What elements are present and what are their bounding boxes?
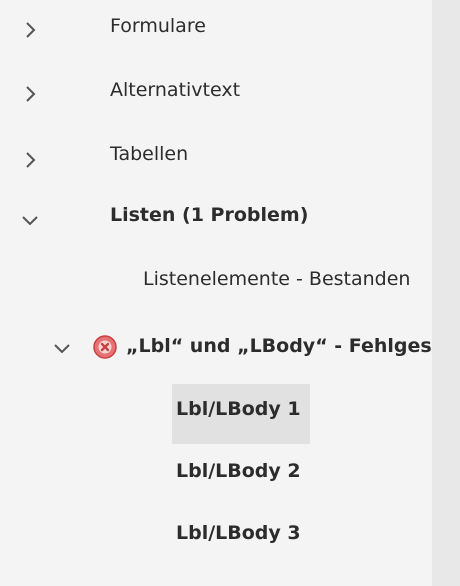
scroll-rail[interactable]: [432, 0, 460, 586]
error-x-icon: [92, 334, 118, 360]
chevron-right-icon[interactable]: [20, 84, 40, 104]
accessibility-checker-panel: Formulare Alternativtext Tabellen Listen…: [0, 0, 432, 586]
chevron-down-icon[interactable]: [20, 210, 40, 230]
tree-item-label: Formulare: [110, 15, 206, 37]
tree-item-lbl-lbody-1[interactable]: Lbl/LBody 1: [0, 394, 432, 430]
tree-item-label: Lbl/LBody 2: [176, 460, 301, 482]
tree-item-label: Alternativtext: [110, 79, 241, 101]
chevron-right-icon[interactable]: [20, 20, 40, 40]
tree-item-listen[interactable]: Listen (1 Problem): [0, 200, 432, 236]
tree-item-label: Lbl/LBody 1: [176, 398, 301, 420]
tree-item-alternativtext[interactable]: Alternativtext: [0, 74, 432, 110]
tree-item-label: Tabellen: [110, 143, 189, 165]
tree-item-tabellen[interactable]: Tabellen: [0, 140, 432, 176]
chevron-right-icon[interactable]: [20, 150, 40, 170]
tree-item-lbl-lbody-3[interactable]: Lbl/LBody 3: [0, 518, 432, 554]
tree-item-lbl-lbody-rule[interactable]: „Lbl“ und „LBody“ - Fehlgeschlagen: [0, 330, 432, 366]
chevron-down-icon[interactable]: [52, 338, 72, 358]
tree-item-label: Lbl/LBody 3: [176, 522, 301, 544]
tree-item-label: „Lbl“ und „LBody“ - Fehlgeschlagen: [126, 335, 432, 357]
tree-item-label: Listen (1 Problem): [110, 204, 309, 226]
tree-item-label: Listenelemente - Bestanden: [143, 268, 411, 290]
tree-item-formulare[interactable]: Formulare: [0, 10, 432, 46]
tree-item-listenelemente[interactable]: Listenelemente - Bestanden: [0, 264, 432, 300]
tree-item-lbl-lbody-2[interactable]: Lbl/LBody 2: [0, 456, 432, 492]
